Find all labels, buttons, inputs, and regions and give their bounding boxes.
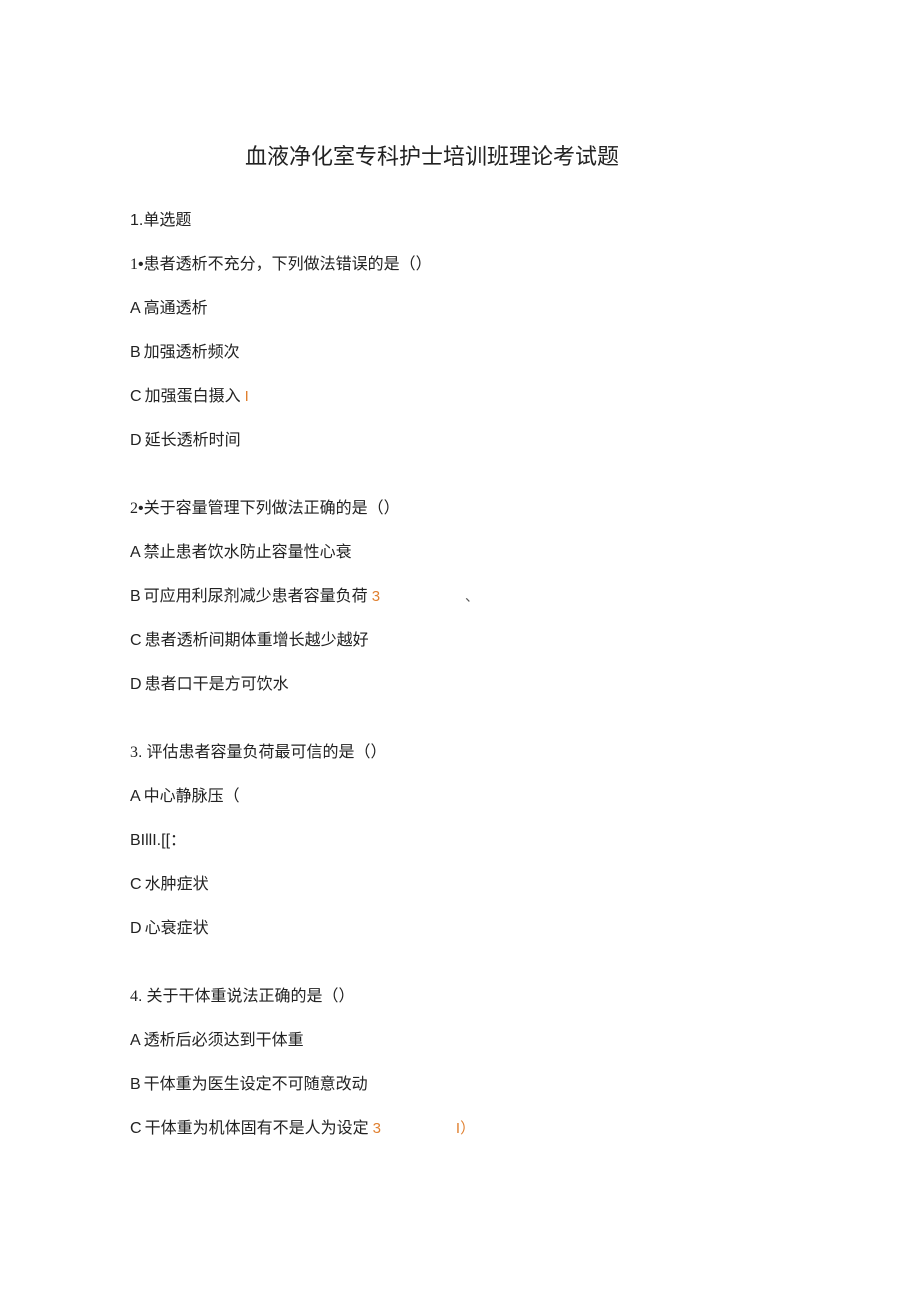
option-letter: A (130, 1032, 141, 1049)
option-letter: A (130, 300, 141, 317)
option-text: 心衰症状 (145, 920, 209, 937)
option-letter: A (130, 544, 141, 561)
question-number: 2 (130, 500, 138, 517)
option-letter: C (130, 876, 142, 893)
option-letter: B (130, 588, 141, 605)
option-text: 干体重为医生设定不可随意改动 (144, 1076, 368, 1093)
option-text: 高通透析 (144, 300, 208, 317)
option-letter: B (130, 1076, 141, 1093)
option-text: 禁止患者饮水防止容量性心衰 (144, 544, 352, 561)
option-b: B干体重为医生设定不可随意改动 (130, 1070, 790, 1094)
option-text: 中心静脉压（ (144, 788, 240, 805)
question-number: 4 (130, 988, 138, 1005)
mark: 3 (372, 588, 380, 605)
bullet: . (138, 988, 142, 1005)
option-text: 可应用利尿剂减少患者容量负荷 (144, 588, 368, 605)
option-raw: BIllI.[[： (130, 832, 186, 849)
option-letter: C (130, 632, 142, 649)
option-text: 水肿症状 (145, 876, 209, 893)
option-a: A禁止患者饮水防止容量性心衰 (130, 538, 790, 562)
section-header: 1.单选题 (130, 206, 790, 230)
bullet: . (138, 744, 142, 761)
option-letter: D (130, 920, 142, 937)
option-b: B可应用利尿剂减少患者容量负荷 3 、 (130, 582, 790, 606)
option-text: 患者口干是方可饮水 (145, 676, 289, 693)
option-letter: B (130, 344, 141, 361)
option-b: B加强透析频次 (130, 338, 790, 362)
question-3: 3. 评估患者容量负荷最可信的是（） (130, 738, 790, 762)
option-c: C水肿症状 (130, 870, 790, 894)
option-a: A透析后必须达到干体重 (130, 1026, 790, 1050)
document-title: 血液净化室专科护士培训班理论考试题 (245, 140, 700, 174)
option-d: D心衰症状 (130, 914, 790, 938)
option-a: A高通透析 (130, 294, 790, 318)
question-text: 关于容量管理下列做法正确的是（） (144, 500, 400, 517)
option-d: D延长透析时间 (130, 426, 790, 450)
option-a: A中心静脉压（ (130, 782, 790, 806)
option-c: C患者透析间期体重增长越少越好 (130, 626, 790, 650)
question-number: 3 (130, 744, 138, 761)
option-b-raw: BIllI.[[： (130, 826, 790, 850)
option-text: 干体重为机体固有不是人为设定 (145, 1120, 369, 1137)
option-text: 加强蛋白摄入 (145, 388, 241, 405)
option-letter: D (130, 676, 142, 693)
suffix-mark: I） (456, 1120, 475, 1137)
question-text: 关于干体重说法正确的是（） (146, 988, 354, 1005)
option-letter: D (130, 432, 142, 449)
option-c: C干体重为机体固有不是人为设定 3 I） (130, 1114, 790, 1138)
mark: 3 (373, 1120, 381, 1137)
mark: I (245, 388, 249, 405)
option-text: 患者透析间期体重增长越少越好 (145, 632, 369, 649)
question-text: 评估患者容量负荷最可信的是（） (146, 744, 386, 761)
question-text: 患者透析不充分，下列做法错误的是（） (144, 256, 432, 273)
option-c: C加强蛋白摄入 I (130, 382, 790, 406)
question-2: 2•关于容量管理下列做法正确的是（） (130, 494, 790, 518)
question-number: 1 (130, 256, 138, 273)
backtick-mark: 、 (465, 590, 479, 605)
option-d: D患者口干是方可饮水 (130, 670, 790, 694)
question-4: 4. 关于干体重说法正确的是（） (130, 982, 790, 1006)
option-letter: C (130, 1120, 142, 1137)
question-1: 1•患者透析不充分，下列做法错误的是（） (130, 250, 790, 274)
option-letter: C (130, 388, 142, 405)
option-text: 延长透析时间 (145, 432, 241, 449)
option-letter: A (130, 788, 141, 805)
option-text: 透析后必须达到干体重 (144, 1032, 304, 1049)
option-text: 加强透析频次 (144, 344, 240, 361)
